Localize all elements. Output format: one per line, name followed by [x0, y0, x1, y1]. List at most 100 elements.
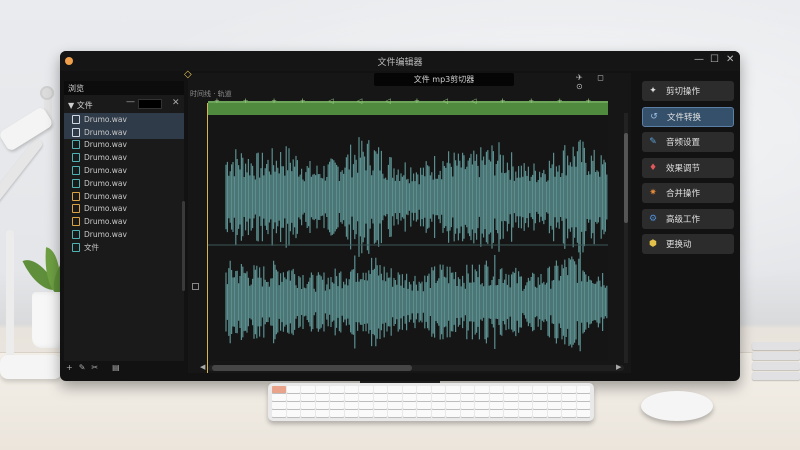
keyboard-key	[431, 394, 445, 401]
maximize-button[interactable]: ☐	[710, 54, 719, 65]
sidebar-header: 浏览	[64, 81, 184, 95]
file-list-item[interactable]: 文件	[64, 241, 184, 254]
scroll-left-icon[interactable]: ◀	[200, 363, 205, 371]
file-name: Drumo.wav	[84, 230, 127, 240]
playhead[interactable]	[207, 103, 208, 373]
keyboard	[268, 383, 594, 421]
timeline-marker[interactable]: +	[585, 97, 591, 105]
scroll-right-icon[interactable]: ▶	[616, 363, 621, 371]
timeline-marker[interactable]: ◁	[471, 97, 476, 105]
file-icon	[72, 217, 80, 227]
timeline-marker[interactable]: +	[214, 97, 220, 105]
timeline-track[interactable]	[208, 101, 608, 115]
file-name: Drumo.wav	[84, 140, 127, 150]
document-title: 文件 mp3剪切器	[374, 73, 514, 86]
sidebar-close-icon[interactable]: ✕	[172, 98, 180, 108]
waveform-area[interactable]	[208, 117, 608, 361]
cut-icon[interactable]: ✂	[91, 363, 98, 375]
minimize-button[interactable]: —	[694, 54, 704, 65]
timeline-marker[interactable]: +	[300, 97, 306, 105]
keyboard-key	[344, 402, 358, 409]
waveform-graphic	[208, 137, 608, 352]
waveform-channel	[225, 137, 608, 257]
vertical-scrollbar[interactable]	[624, 113, 628, 363]
horizontal-scrollbar[interactable]	[208, 365, 624, 371]
timeline-marker[interactable]: +	[500, 97, 506, 105]
tool-label: 文件转换	[667, 112, 702, 123]
keyboard-key	[301, 402, 315, 409]
record-icon[interactable]: ⊙	[576, 82, 589, 91]
file-name: Drumo.wav	[84, 127, 127, 137]
file-list-item[interactable]: Drumo.wav	[64, 203, 184, 216]
tools-panel: ✦ 剪切操作 ↺ 文件转换 ✎ 音频设置 ♦ 效果调节 ✷ 合并操作 ⚙ 高级工作 ⬢ 更换动	[642, 81, 734, 260]
sidebar-scrollbar[interactable]	[182, 201, 185, 291]
keyboard-key	[373, 402, 387, 409]
diamond-icon[interactable]: ◇	[184, 69, 192, 80]
timeline-marker[interactable]: +	[557, 97, 563, 105]
file-name: 文件	[84, 242, 99, 252]
file-list-item[interactable]: Drumo.wav	[64, 228, 184, 241]
timeline-marker[interactable]: +	[271, 97, 277, 105]
keyboard-key	[489, 410, 503, 417]
timeline-marker[interactable]: +	[243, 97, 249, 105]
file-list-item[interactable]: Drumo.wav	[64, 151, 184, 164]
tool-button[interactable]: ✦ 剪切操作	[642, 81, 734, 101]
add-icon[interactable]: +	[66, 363, 73, 375]
file-list-item[interactable]: Drumo.wav	[64, 139, 184, 152]
computer-mouse	[641, 391, 713, 421]
file-list-item[interactable]: Drumo.wav	[64, 113, 184, 126]
keyboard-key	[504, 394, 518, 401]
keyboard-key	[533, 410, 547, 417]
file-name: Drumo.wav	[84, 217, 127, 227]
waveform-channel	[225, 252, 608, 352]
file-name: Drumo.wav	[84, 178, 127, 188]
keyboard-key	[388, 394, 402, 401]
keyboard-key	[475, 386, 489, 393]
timeline-marker[interactable]: ◁	[443, 97, 448, 105]
grid-icon[interactable]: ▤	[112, 363, 120, 375]
keyboard-key	[504, 410, 518, 417]
file-icon	[72, 191, 80, 201]
keyboard-key	[489, 394, 503, 401]
keyboard-key	[562, 394, 576, 401]
tool-button[interactable]: ✷ 合并操作	[642, 183, 734, 203]
file-list-item[interactable]: Drumo.wav	[64, 164, 184, 177]
keyboard-key	[286, 386, 300, 393]
keyboard-key	[301, 410, 315, 417]
file-name: Drumo.wav	[84, 166, 127, 176]
keyboard-key	[446, 386, 460, 393]
window-icon[interactable]: ◻	[597, 73, 610, 82]
keyboard-key	[301, 386, 315, 393]
timeline-marker[interactable]: ◁	[328, 97, 333, 105]
tool-button[interactable]: ⬢ 更换动	[642, 234, 734, 254]
send-icon[interactable]: ✈	[576, 73, 589, 82]
file-list-item[interactable]: Drumo.wav	[64, 177, 184, 190]
close-button[interactable]: ✕	[726, 54, 734, 65]
keyboard-key	[286, 394, 300, 401]
timeline-marker[interactable]: +	[414, 97, 420, 105]
tool-button[interactable]: ↺ 文件转换	[642, 106, 734, 127]
file-list-item[interactable]: Drumo.wav	[64, 125, 184, 139]
track-checkbox[interactable]	[192, 283, 199, 290]
sidebar-search-input[interactable]	[138, 99, 162, 109]
timeline-marker[interactable]: ◁	[357, 97, 362, 105]
keyboard-key	[402, 386, 416, 393]
sidebar-toolbar: + ✎ ✂ ▤	[64, 363, 184, 375]
keyboard-key	[330, 402, 344, 409]
folder-toggle[interactable]: ▼ 文件	[64, 98, 184, 111]
tool-button[interactable]: ⚙ 高级工作	[642, 208, 734, 229]
tool-button[interactable]: ♦ 效果调节	[642, 157, 734, 178]
tool-label: 合并操作	[666, 189, 701, 199]
edit-icon[interactable]: ✎	[79, 363, 86, 375]
keyboard-key	[330, 394, 344, 401]
tool-button[interactable]: ✎ 音频设置	[642, 132, 734, 152]
timeline-marker[interactable]: ◁	[385, 97, 390, 105]
app-icon	[65, 57, 73, 65]
file-icon	[72, 178, 80, 188]
file-list-item[interactable]: Drumo.wav	[64, 215, 184, 228]
keyboard-key	[489, 402, 503, 409]
file-list-item[interactable]: Drumo.wav	[64, 190, 184, 203]
collapse-icon[interactable]: —	[126, 97, 135, 107]
timeline-marker[interactable]: +	[528, 97, 534, 105]
keyboard-key	[286, 410, 300, 417]
